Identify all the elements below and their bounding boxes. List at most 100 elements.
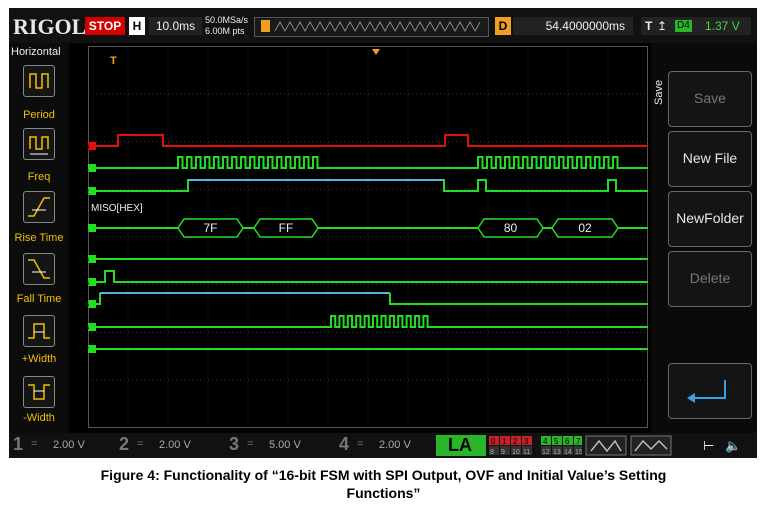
channel-4-status[interactable]: 4 = 2.00 V — [339, 434, 434, 455]
new-file-button-label: New File — [682, 150, 738, 166]
la-bottom-channel-number: 11 — [523, 449, 530, 456]
d0-trace — [96, 134, 648, 147]
trigger-position-icon: T — [110, 55, 117, 67]
channel-3-status[interactable]: 3 = 5.00 V — [229, 434, 329, 455]
usb-icon: ⊢ — [703, 438, 714, 453]
d4-trace — [96, 270, 648, 283]
la-bottom-channel-number: 10 — [512, 449, 520, 456]
negative-width-icon[interactable] — [23, 376, 55, 408]
la-bottom-channel-number: 15 — [575, 449, 582, 456]
la-top-channel-number: 4 — [543, 437, 548, 446]
bus-value: 02 — [578, 221, 592, 235]
positive-width-button-label[interactable]: +Width — [9, 353, 69, 365]
d0-tag-bg — [88, 142, 96, 150]
la-channel-groups: 0 1 2 3 4 5 6 78 9 10 11 12 13 14 15 — [489, 436, 582, 456]
positive-width-icon[interactable] — [23, 315, 55, 347]
rise-time-icon[interactable] — [23, 191, 55, 223]
trigger-level: 1.37 V — [705, 19, 740, 33]
d5-tag: D5 — [88, 302, 89, 309]
d4-tag-bg — [88, 278, 96, 286]
brand-logo: RIGOL — [13, 14, 87, 39]
caption-line-2: Functions” — [346, 485, 421, 501]
save-button[interactable]: Save — [668, 71, 752, 127]
figure-caption: Figure 4: Functionality of “16-bit FSM w… — [0, 466, 767, 502]
top-status-bar: RIGOL STOP H 10.0ms 50.0MSa/s 6.00M pts … — [9, 8, 757, 43]
speaker-mute-icon: 🔈 — [725, 438, 741, 454]
d1-tag-bg — [88, 164, 96, 172]
delay-label: D — [495, 17, 511, 35]
channel-3-scale: 5.00 V — [269, 439, 301, 451]
channel-1-number: 1 — [13, 434, 24, 454]
trigger-status[interactable]: T ↥ D4 1.37 V — [641, 17, 751, 35]
delay-value[interactable]: 54.4000000ms — [513, 17, 633, 35]
d7-tag-bg — [88, 345, 96, 353]
d5-rise — [96, 293, 101, 305]
la-bottom-channel-number: 8 — [490, 449, 494, 456]
d0-tag: D0 — [88, 144, 89, 151]
bus-value: 80 — [504, 221, 518, 235]
save-menu-tab: Save — [653, 79, 665, 105]
channel-2-coupling: = — [137, 438, 144, 450]
back-button[interactable] — [668, 363, 752, 419]
rise-time-button-label[interactable]: Rise Time — [9, 232, 69, 244]
d5-fall — [389, 293, 648, 305]
new-folder-button[interactable]: NewFolder — [668, 191, 752, 247]
d1-tag: D1 — [88, 166, 89, 173]
la-bottom-channel-number: 12 — [542, 449, 550, 456]
logic-analyzer-button[interactable]: LA — [436, 435, 486, 456]
horizontal-label: H — [129, 17, 145, 35]
channel-4-scale: 2.00 V — [379, 439, 411, 451]
period-icon[interactable] — [23, 65, 55, 97]
fall-time-icon[interactable] — [23, 253, 55, 285]
period-button-label[interactable]: Period — [9, 109, 69, 121]
channel-4-coupling: = — [357, 438, 364, 450]
bus-value: FF — [279, 221, 294, 235]
memory-overview-bar[interactable] — [254, 17, 489, 37]
memory-depth: 6.00M pts — [205, 26, 245, 36]
bus-value: 7F — [203, 221, 217, 235]
fall-time-button-label[interactable]: Fall Time — [9, 293, 69, 305]
b1-tag: B1 — [88, 226, 89, 233]
la-top-channel-number: 7 — [576, 437, 581, 446]
system-icons[interactable]: ⊢ 🔈 — [703, 436, 753, 455]
la-top-channel-number: 0 — [491, 437, 496, 446]
channel-3-coupling: = — [247, 438, 254, 450]
waveform-thumbnail — [274, 20, 481, 33]
math-ref-icons[interactable] — [585, 435, 675, 456]
la-top-channel-number: 3 — [524, 437, 529, 446]
d2-tag: D2 — [88, 189, 89, 196]
freq-icon[interactable] — [23, 128, 55, 160]
trigger-position-marker — [261, 20, 270, 32]
new-folder-button-label: NewFolder — [676, 210, 744, 226]
timebase-value[interactable]: 10.0ms — [149, 17, 202, 35]
trigger-source: D4 — [675, 20, 692, 32]
horizontal-measure-menu: Horizontal Period Freq Rise Time Fall Ti… — [9, 43, 69, 433]
d2-trace-rest — [444, 179, 648, 192]
bus-name-label: MISO[HEX] — [91, 203, 143, 214]
new-file-button[interactable]: New File — [668, 131, 752, 187]
la-top-channel-number: 2 — [513, 437, 518, 446]
d4-tag: D4 — [88, 280, 89, 287]
digital-waveforms: D0 D1 D2 7F FF 80 02 B1 D3 D4 D5 D6 D7 — [88, 134, 648, 354]
acquisition-info: 50.0MSa/s 6.00M pts — [205, 15, 248, 37]
freq-button-label[interactable]: Freq — [9, 171, 69, 183]
horizontal-center-marker — [372, 49, 380, 55]
channel-1-scale: 2.00 V — [53, 439, 85, 451]
delete-button-label: Delete — [689, 270, 731, 286]
d3-tag: D3 — [88, 257, 89, 264]
la-top-channel-number: 1 — [502, 437, 507, 446]
waveform-display[interactable]: T D0 D1 D2 7F FF 80 02 B1 D3 D4 D5 D6 D7 MISO[HEX] — [88, 46, 648, 428]
d6-tag-bg — [88, 323, 96, 331]
sample-rate: 50.0MSa/s — [205, 15, 249, 25]
channel-status-bar: 1 = 2.00 V 2 = 2.00 V 3 = 5.00 V 4 = 2.0… — [9, 433, 757, 458]
channel-2-status[interactable]: 2 = 2.00 V — [119, 434, 219, 455]
run-stop-indicator[interactable]: STOP — [85, 17, 125, 35]
rising-edge-icon: ↥ — [657, 19, 668, 33]
d3-tag-bg — [88, 255, 96, 263]
d6-trace — [96, 315, 648, 328]
channel-1-status[interactable]: 1 = 2.00 V — [13, 434, 113, 455]
negative-width-button-label[interactable]: -Width — [9, 412, 69, 424]
la-bottom-channel-number: 9 — [501, 449, 505, 456]
delete-button[interactable]: Delete — [668, 251, 752, 307]
d5-tag-bg — [88, 300, 96, 308]
